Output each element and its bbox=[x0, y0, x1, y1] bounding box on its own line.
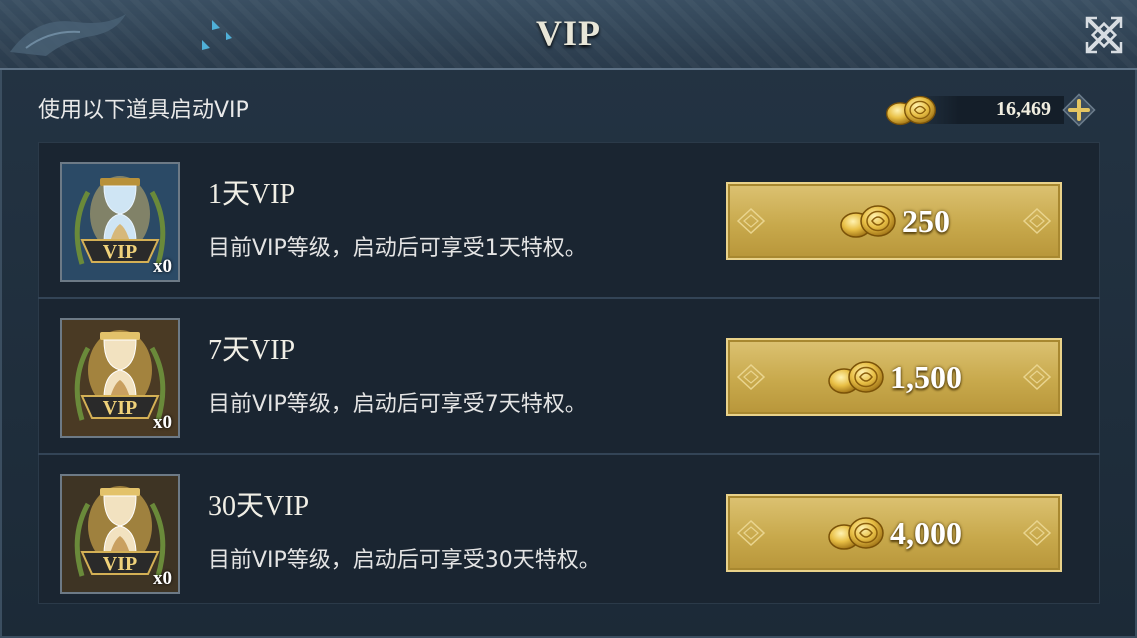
hourglass-gold-vip-icon: VIP x0 bbox=[60, 318, 180, 438]
vip-badge-text: VIP bbox=[103, 397, 137, 419]
buy-button[interactable]: 1,500 bbox=[726, 338, 1062, 416]
header-bar: VIP bbox=[0, 0, 1137, 70]
item-description: 目前VIP等级，启动后可享受1天特权。 bbox=[208, 236, 587, 261]
list-item: VIP x0 30天VIP 目前VIP等级，启动后可享受30天特权。 4,000 bbox=[38, 454, 1100, 609]
list-item: VIP x0 7天VIP 目前VIP等级，启动后可享受7天特权。 1,500 bbox=[38, 298, 1100, 453]
item-quantity: x0 bbox=[153, 568, 172, 589]
gold-coins-icon bbox=[838, 201, 898, 241]
gold-coins-icon bbox=[826, 357, 886, 397]
list-item: VIP x0 1天VIP 目前VIP等级，启动后可享受1天特权。 250 bbox=[38, 142, 1100, 297]
add-currency-button[interactable] bbox=[1061, 92, 1097, 128]
vip-item-list: VIP x0 1天VIP 目前VIP等级，启动后可享受1天特权。 250 VIP… bbox=[38, 142, 1100, 604]
page-title: VIP bbox=[536, 13, 601, 53]
price-label: 4,000 bbox=[890, 514, 962, 551]
instruction-text: 使用以下道具启动VIP bbox=[38, 98, 249, 123]
item-name: 1天VIP bbox=[208, 179, 296, 210]
item-name: 7天VIP bbox=[208, 335, 296, 366]
vip-badge-text: VIP bbox=[103, 553, 137, 575]
gold-coins-icon bbox=[826, 513, 886, 553]
hourglass-gold-vip-icon: VIP x0 bbox=[60, 474, 180, 594]
item-quantity: x0 bbox=[153, 256, 172, 277]
price-label: 1,500 bbox=[890, 358, 962, 395]
vip-badge-text: VIP bbox=[103, 241, 137, 263]
currency-display: 16,469 bbox=[884, 90, 1099, 130]
item-quantity: x0 bbox=[153, 412, 172, 433]
hourglass-blue-vip-icon: VIP x0 bbox=[60, 162, 180, 282]
buy-button[interactable]: 250 bbox=[726, 182, 1062, 260]
item-description: 目前VIP等级，启动后可享受7天特权。 bbox=[208, 392, 587, 417]
gold-coins-icon bbox=[884, 92, 938, 128]
item-name: 30天VIP bbox=[208, 491, 310, 522]
item-description: 目前VIP等级，启动后可享受30天特权。 bbox=[208, 548, 601, 573]
price-label: 250 bbox=[902, 202, 950, 239]
gold-amount: 16,469 bbox=[996, 98, 1051, 120]
close-icon[interactable] bbox=[1083, 14, 1125, 56]
buy-button[interactable]: 4,000 bbox=[726, 494, 1062, 572]
vip-panel: VIP 使用以下道具启动VIP 16,469 VIP x0 1天VIP 目前VI… bbox=[0, 0, 1137, 638]
